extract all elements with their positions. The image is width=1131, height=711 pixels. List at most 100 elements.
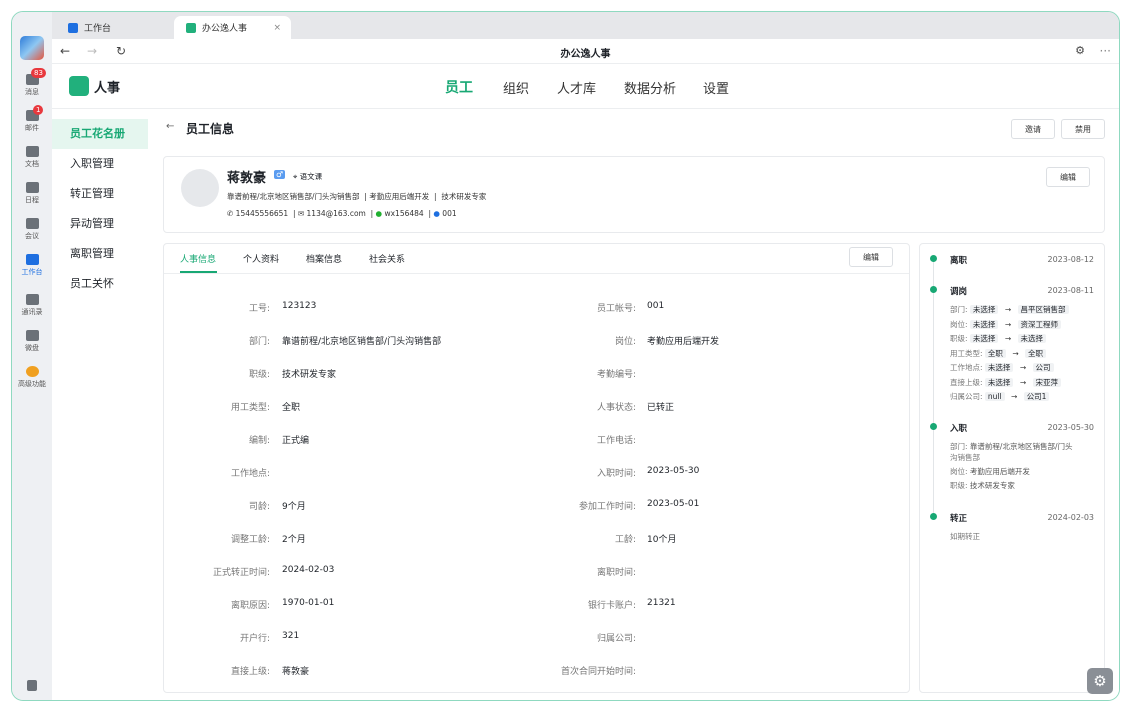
tab-hr[interactable]: 办公逸人事 × [174, 16, 291, 39]
event-title: 离职 [950, 256, 968, 266]
close-icon[interactable]: × [273, 23, 281, 33]
rail-workbench[interactable]: 工作台 [12, 254, 52, 277]
field-label: 部门: [248, 337, 270, 347]
post-line: 考勤应用后端开发 [369, 192, 430, 201]
event-title: 调岗 [950, 287, 968, 297]
rail-advanced[interactable]: 高级功能 [12, 366, 52, 389]
field-value: 123123 [282, 301, 317, 311]
app-window: 消息 83 邮件 1 文档 日程 会议 工作台 通讯录 微盘 高级功能 工作台 … [11, 11, 1120, 701]
new-value: 资深工程师 [1017, 319, 1061, 329]
advanced-icon [25, 366, 39, 377]
rail-meeting[interactable]: 会议 [12, 218, 52, 241]
rail-messages[interactable]: 消息 [12, 74, 52, 97]
nav-employees[interactable]: 员工 [445, 77, 473, 97]
tab-hr-info[interactable]: 人事信息 [180, 252, 216, 265]
nav-talent[interactable]: 人才库 [557, 78, 596, 97]
rail-label: 消息 [25, 88, 39, 96]
nav-organization[interactable]: 组织 [503, 78, 529, 97]
nav-analytics[interactable]: 数据分析 [624, 78, 676, 97]
rail-calendar[interactable]: 日程 [12, 182, 52, 205]
back-arrow-icon[interactable]: ← [166, 121, 174, 132]
old-value: 全职 [984, 348, 1006, 358]
rail-stats[interactable] [12, 680, 52, 693]
invite-button[interactable]: 邀请 [1011, 119, 1055, 139]
tag-text: 语文课 [299, 172, 323, 181]
arrow-icon: → [1019, 363, 1027, 372]
old-value: 未选择 [984, 377, 1014, 387]
transfer-row: 直接上级: 未选择 → 宋亚萍 [950, 377, 1061, 388]
field-value: 考勤应用后端开发 [647, 337, 720, 347]
disable-button[interactable]: 禁用 [1061, 119, 1105, 139]
old-value: 未选择 [984, 363, 1014, 372]
field-label: 正式转正时间: [212, 568, 270, 578]
field-label: 开户行: [239, 634, 270, 644]
transfer-row: 部门: 未选择 → 昌平区销售部 [950, 304, 1069, 315]
rail-label: 日程 [25, 196, 39, 204]
transfer-row: 用工类型: 全职 → 全职 [950, 348, 1046, 359]
row-label: 工作地点: [950, 363, 983, 372]
arrow-icon: → [1004, 334, 1012, 343]
new-value: 宋亚萍 [1032, 377, 1061, 387]
transfer-row: 职级: 未选择 → 未选择 [950, 333, 1046, 344]
sidebar-item-roster[interactable]: 员工花名册 [52, 119, 148, 149]
timeline-card: 离职 2023-08-12 调岗 2023-08-11 部门: 未选择 → 昌平… [919, 243, 1105, 693]
calendar-icon [25, 182, 39, 193]
rail-contacts[interactable]: 通讯录 [12, 294, 52, 317]
event-title: 转正 [950, 514, 968, 524]
field-value: 靠谱前程/北京地区销售部/门头沟销售部 [282, 337, 442, 347]
sidebar-item-onboarding[interactable]: 入职管理 [52, 149, 148, 179]
info-tabs: 人事信息 个人资料 档案信息 社会关系 编辑 [164, 244, 909, 274]
sidebar-item-transfer[interactable]: 异动管理 [52, 209, 148, 239]
timeline-dot [930, 286, 937, 293]
sidebar-item-resignation[interactable]: 离职管理 [52, 239, 148, 269]
contacts-icon [25, 294, 39, 305]
phone: 15445556651 [235, 209, 289, 218]
transfer-row: 工作地点: 未选择 → 公司 [950, 362, 1054, 373]
row-label: 部门: [950, 442, 968, 451]
settings-icon[interactable]: ⚙ [1075, 44, 1085, 57]
rail-label: 高级功能 [18, 380, 46, 388]
field-label: 岗位: [614, 337, 636, 347]
tab-archive[interactable]: 档案信息 [306, 252, 342, 265]
old-value: 未选择 [969, 305, 999, 314]
edit-profile-button[interactable]: 编辑 [1046, 167, 1090, 187]
rail-docs[interactable]: 文档 [12, 146, 52, 169]
field-label: 离职原因: [230, 601, 270, 611]
field-label: 参加工作时间: [578, 502, 636, 512]
more-icon[interactable]: ··· [1100, 44, 1111, 58]
tab-personal[interactable]: 个人资料 [243, 252, 279, 265]
sidebar-item-care[interactable]: 员工关怀 [52, 269, 148, 299]
field-label: 编制: [248, 436, 270, 446]
nav-settings[interactable]: 设置 [703, 78, 729, 97]
dept-line: 靠谱前程/北京地区销售部/门头沟销售部 [227, 192, 360, 201]
regularization-note: 如期转正 [950, 532, 980, 541]
field-value: 2023-05-30 [647, 466, 700, 476]
field-value: 2个月 [282, 535, 306, 545]
timeline-dot [930, 513, 937, 520]
field-value: 已转正 [647, 403, 675, 413]
rail-mail[interactable]: 邮件 [12, 110, 52, 133]
field-value: 2023-05-01 [647, 499, 700, 509]
field-value: 9个月 [282, 502, 306, 512]
tab-workbench[interactable]: 工作台 [56, 16, 166, 39]
settings-fab-icon[interactable]: ⚙ [1087, 668, 1113, 694]
page-title: 员工信息 [186, 122, 235, 136]
tab-social[interactable]: 社会关系 [369, 252, 405, 265]
event-date: 2023-08-11 [1047, 286, 1095, 295]
org-line: 靠谱前程/北京地区销售部/门头沟销售部 | 考勤应用后端开发 | 技术研发专家 [227, 192, 487, 201]
transfer-row: 归属公司: null → 公司1 [950, 391, 1050, 402]
new-value: 全职 [1025, 348, 1046, 358]
rail-drive[interactable]: 微盘 [12, 330, 52, 353]
sidebar: 员工花名册 入职管理 转正管理 异动管理 离职管理 员工关怀 [52, 109, 148, 700]
arrow-icon: → [1004, 305, 1012, 314]
row-label: 岗位: [950, 319, 968, 329]
field-value: 2024-02-03 [282, 565, 335, 575]
messages-badge: 83 [31, 68, 46, 78]
user-avatar[interactable] [20, 36, 44, 60]
edit-info-button[interactable]: 编辑 [849, 247, 893, 267]
sidebar-item-regularization[interactable]: 转正管理 [52, 179, 148, 209]
event-date: 2023-05-30 [1047, 423, 1095, 432]
row-value: 靠谱前程/北京地区销售部/门头 [969, 442, 1073, 451]
tab-bar: 工作台 办公逸人事 × [52, 12, 1119, 39]
chart-icon [27, 680, 37, 691]
